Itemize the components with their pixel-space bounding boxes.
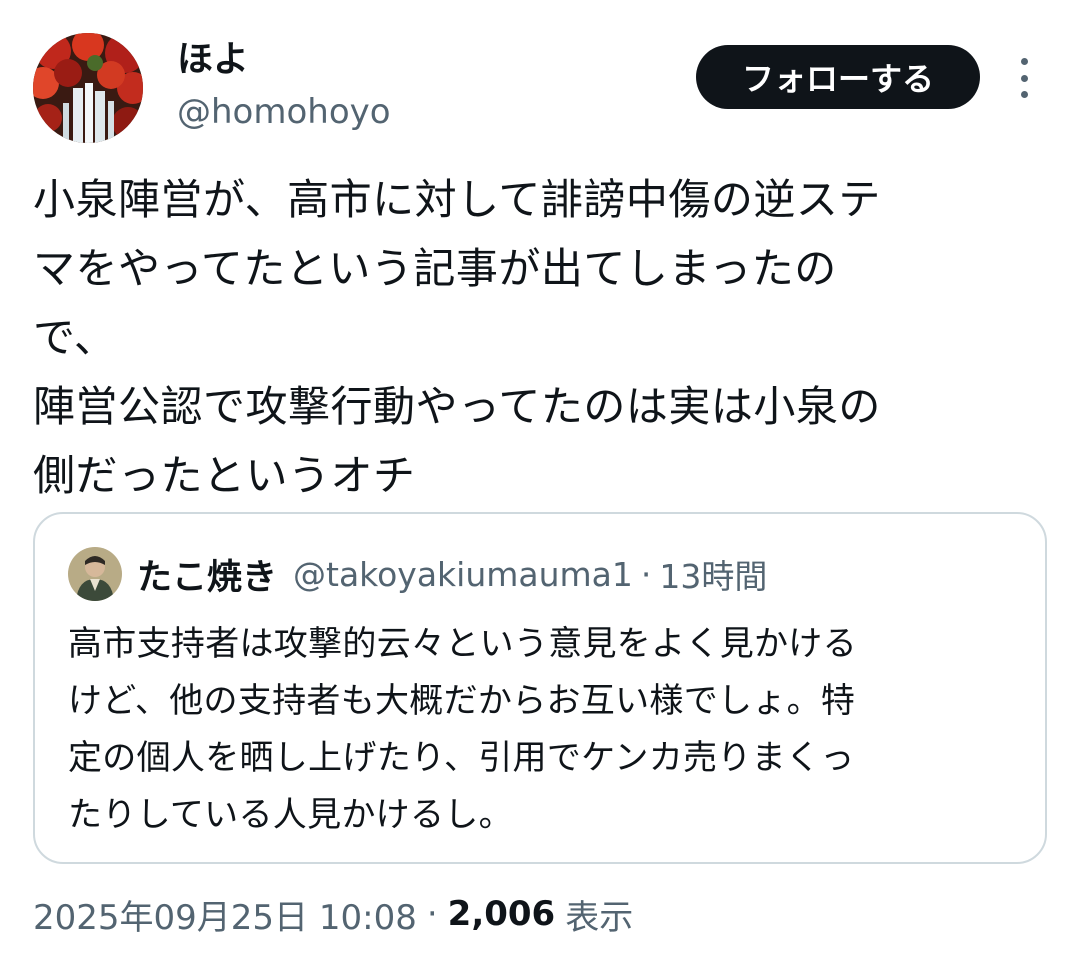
- more-vertical-icon[interactable]: [1008, 58, 1040, 98]
- follow-button[interactable]: フォローする: [696, 45, 980, 109]
- more-dot: [1020, 91, 1028, 98]
- more-dot: [1020, 74, 1028, 82]
- quote-author-avatar: [68, 547, 122, 601]
- quote-separator: ·: [640, 554, 652, 594]
- author-handle[interactable]: @homohoyo: [177, 88, 391, 136]
- quote-avatar-image: [68, 547, 122, 601]
- quote-time: 13時間: [659, 557, 768, 596]
- tweet-meta: 2025年09月25日 10:08 · 2,006 表示: [33, 886, 633, 942]
- quote-header: たこ焼き @takoyakiumauma1 · 13時間: [137, 546, 767, 602]
- author-avatar-image: [33, 33, 143, 143]
- quote-text: 高市支持者は攻撃的云々という意見をよく見かける けど、他の支持者も大概だからお互…: [68, 624, 857, 835]
- quote-author-name: たこ焼き: [137, 557, 278, 598]
- author-name[interactable]: ほよ: [177, 36, 249, 84]
- meta-separator: ·: [426, 894, 438, 934]
- tweet-text: 小泉陣営が、高市に対して誹謗中傷の逆ステ マをやってたという記事が出てしまったの…: [33, 175, 881, 500]
- author-avatar[interactable]: [33, 33, 143, 143]
- quote-author-handle: @takoyakiumauma1: [293, 554, 633, 594]
- views-label: 表示: [565, 897, 634, 938]
- quote-tweet-card[interactable]: たこ焼き @takoyakiumauma1 · 13時間 高市支持者は攻撃的云々…: [33, 512, 1047, 864]
- tweet-timestamp[interactable]: 2025年09月25日 10:08: [33, 890, 417, 939]
- views-count: 2,006: [447, 894, 556, 934]
- more-dot: [1020, 58, 1028, 65]
